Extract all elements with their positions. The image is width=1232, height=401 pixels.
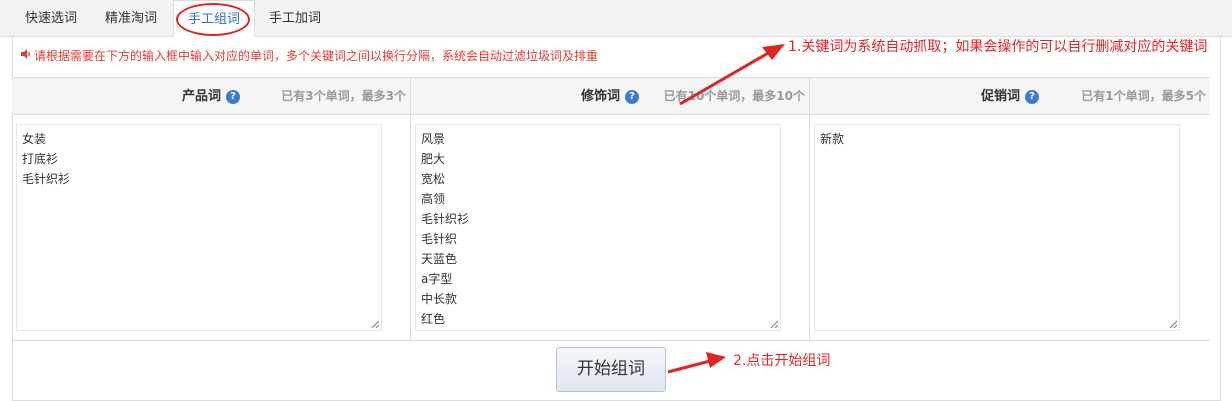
word-line: a字型 [421,272,453,286]
column-product: 产品词? 已有3个单词，最多3个 女装 打底衫 毛针织衫 [12,78,411,341]
promotion-words-input[interactable]: 新款 [814,124,1180,331]
help-icon[interactable]: ? [226,90,240,104]
tab-manual-combine[interactable]: 手工组词 [173,0,255,38]
tab-manual-add[interactable]: 手工加词 [256,0,334,37]
tab-precise-search[interactable]: 精准淘词 [92,0,170,37]
word-line: 新款 [820,132,845,146]
column-promotion: 促销词? 已有1个单词，最多5个 新款 [810,78,1210,341]
word-line: 毛针织衫 [421,212,470,226]
tab-quick-select[interactable]: 快速选词 [12,0,90,37]
modifier-words-input[interactable]: 风景 肥大 宽松 高领 毛针织衫 毛针织 天蓝色 a字型 中长款 红色 [415,124,781,331]
word-count: 已有10个单词，最多10个 [663,89,805,103]
word-line: 中长款 [421,292,458,306]
help-icon[interactable]: ? [625,90,639,104]
resize-grip-icon[interactable] [371,320,379,328]
help-icon[interactable]: ? [1025,90,1039,104]
word-count: 已有3个单词，最多3个 [281,89,406,103]
column-title-text: 促销词 [980,89,1020,104]
product-words-input[interactable]: 女装 打底衫 毛针织衫 [16,124,382,331]
word-line: 打底衫 [22,152,59,166]
word-line: 毛针织衫 [22,172,71,186]
word-line: 女装 [22,132,47,146]
resize-grip-icon[interactable] [770,320,778,328]
start-combine-button[interactable]: 开始组词 [556,347,666,392]
word-count: 已有1个单词，最多5个 [1081,89,1206,103]
word-columns: 产品词? 已有3个单词，最多3个 女装 打底衫 毛针织衫 修饰词? 已有10个单… [12,77,1210,341]
notice-text: 请根据需要在下方的输入框中输入对应的单词，多个关键词之间以换行分隔，系统会自动过… [20,46,598,66]
word-line: 毛针织 [421,232,458,246]
word-line: 红色 [421,312,446,326]
column-header: 促销词? 已有1个单词，最多5个 [810,78,1210,115]
tab-bar: 快速选词 精准淘词 手工组词 手工加词 [0,0,1232,38]
speaker-icon [20,46,32,66]
annotation-click-start: 2.点击开始组词 [733,353,831,369]
word-line: 肥大 [421,152,446,166]
annotation-keywords: 1.关键词为系统自动抓取；如果会操作的可以自行删减对应的关键词 [788,39,1208,55]
column-title-text: 产品词 [181,89,221,104]
column-header: 产品词? 已有3个单词，最多3个 [12,78,410,115]
word-line: 高领 [421,192,446,206]
word-line: 天蓝色 [421,252,458,266]
word-line: 风景 [421,132,446,146]
word-line: 宽松 [421,172,446,186]
notice-message: 请根据需要在下方的输入框中输入对应的单词，多个关键词之间以换行分隔，系统会自动过… [34,49,599,63]
column-header: 修饰词? 已有10个单词，最多10个 [411,78,809,115]
column-title-text: 修饰词 [580,89,620,104]
column-modifier: 修饰词? 已有10个单词，最多10个 风景 肥大 宽松 高领 毛针织衫 毛针织 … [411,78,810,341]
resize-grip-icon[interactable] [1169,320,1177,328]
